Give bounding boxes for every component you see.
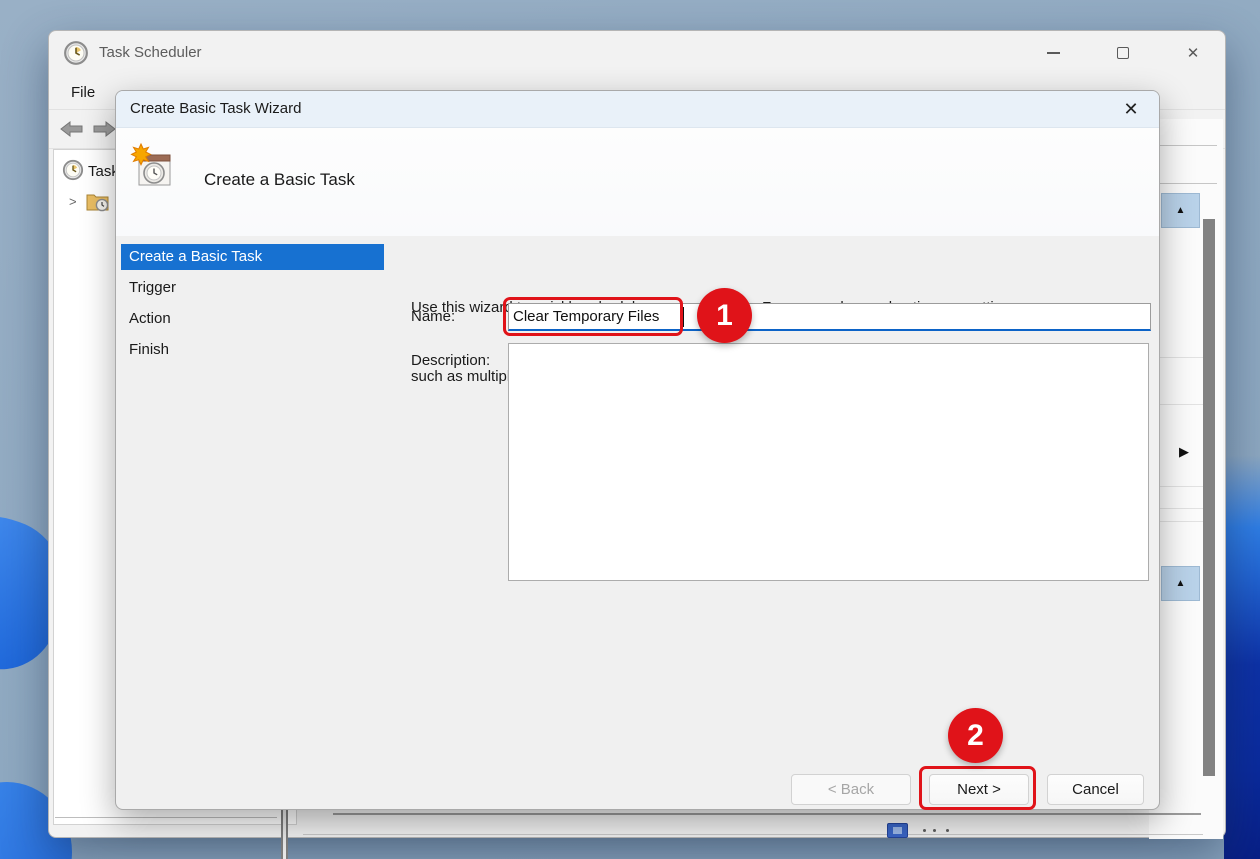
annotation-highlight-next-button (919, 766, 1036, 810)
create-basic-task-icon (129, 142, 177, 192)
panel-splitter[interactable] (281, 809, 288, 859)
create-basic-task-wizard-dialog: Create Basic Task Wizard ✕ Create a Basi… (115, 90, 1160, 810)
dialog-titlebar: Create Basic Task Wizard ✕ (116, 91, 1159, 128)
truncated-text-dot (933, 829, 936, 832)
wallpaper-bloom-shape (1224, 455, 1260, 859)
scroll-up-button[interactable]: ▲ (1161, 193, 1200, 228)
desktop: Task Scheduler ✕ File (0, 0, 1260, 859)
window-title: Task Scheduler (99, 44, 202, 61)
minimize-button[interactable] (1031, 38, 1075, 67)
wizard-step-create-basic-task: Create a Basic Task (121, 244, 384, 270)
dialog-close-button[interactable]: ✕ (1117, 96, 1145, 122)
annotation-highlight-name-field (503, 297, 683, 336)
dialog-header-title: Create a Basic Task (204, 170, 355, 190)
panel-divider (333, 813, 1201, 815)
maximize-button[interactable] (1101, 38, 1145, 67)
panel-divider (1157, 183, 1217, 184)
help-icon-inner (893, 827, 902, 834)
dialog-title: Create Basic Task Wizard (130, 100, 301, 117)
chevron-right-icon[interactable]: > (69, 194, 77, 209)
task-scheduler-app-icon (63, 40, 89, 66)
close-icon: ✕ (1123, 99, 1138, 120)
description-label: Description: (411, 352, 490, 369)
wizard-step-finish: Finish (121, 337, 384, 363)
panel-divider (1157, 145, 1217, 146)
list-separator (1157, 486, 1209, 487)
dialog-header: Create a Basic Task (116, 128, 1159, 236)
annotation-step-1-badge: 1 (697, 288, 752, 343)
list-separator (1157, 521, 1209, 522)
name-label: Name: (411, 308, 455, 325)
menu-item-file[interactable]: File (65, 82, 101, 103)
annotation-step-2-badge: 2 (948, 708, 1003, 763)
wizard-steps-list: Create a Basic Task Trigger Action Finis… (121, 244, 384, 368)
maximize-icon (1117, 47, 1129, 59)
vertical-scrollbar-thumb[interactable] (1203, 219, 1215, 776)
list-separator (1157, 508, 1209, 509)
truncated-text-dot (946, 829, 949, 832)
wizard-step-trigger: Trigger (121, 275, 384, 301)
list-separator (1157, 404, 1209, 405)
expand-right-icon[interactable]: ▶ (1179, 444, 1189, 460)
panel-divider (303, 834, 1203, 835)
task-description-input[interactable] (508, 343, 1149, 581)
window-titlebar: Task Scheduler ✕ (49, 31, 1225, 74)
close-button[interactable]: ✕ (1171, 38, 1215, 67)
scroll-up-icon: ▲ (1176, 205, 1186, 216)
folder-clock-icon (85, 191, 111, 213)
scroll-up-button[interactable]: ▲ (1161, 566, 1200, 601)
truncated-text-dot (923, 829, 926, 832)
list-separator (1157, 357, 1209, 358)
navigate-forward-button[interactable] (91, 119, 117, 139)
minimize-icon (1047, 52, 1060, 54)
scroll-up-icon: ▲ (1176, 578, 1186, 589)
close-icon: ✕ (1187, 44, 1200, 62)
clock-icon (62, 159, 84, 181)
wizard-step-action: Action (121, 306, 384, 332)
navigate-back-button[interactable] (59, 119, 85, 139)
back-button: < Back (791, 774, 911, 805)
panel-divider (55, 817, 277, 818)
cancel-button[interactable]: Cancel (1047, 774, 1144, 805)
help-icon[interactable] (887, 823, 908, 838)
